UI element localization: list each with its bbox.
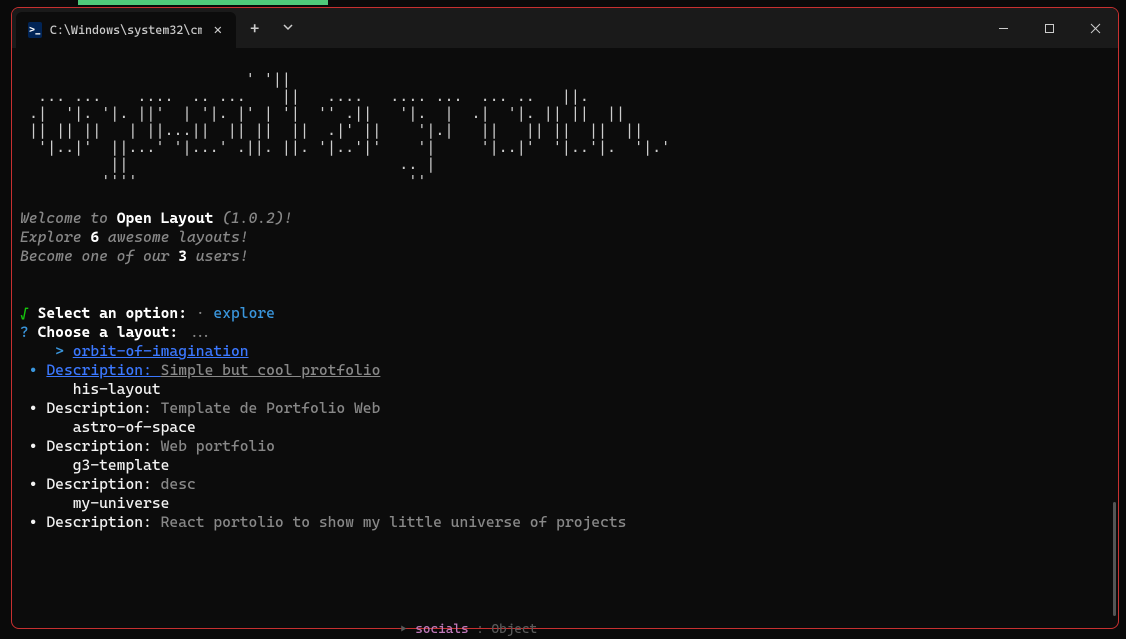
choose-dots: ... bbox=[187, 323, 213, 341]
footer-hint: ▸ socials : Object bbox=[400, 622, 537, 637]
select-prompt-label: Select an option: bbox=[38, 304, 187, 322]
welcome-text-prefix: Welcome to bbox=[20, 209, 117, 227]
new-tab-button[interactable]: + bbox=[236, 19, 273, 38]
powershell-icon: >_ bbox=[28, 22, 42, 38]
explore-suffix: awesome layouts! bbox=[99, 228, 248, 246]
choose-prompt-label: Choose a layout: bbox=[38, 323, 179, 341]
become-prefix: Become one of our bbox=[20, 247, 178, 265]
scrollbar[interactable] bbox=[1113, 502, 1116, 616]
minimize-button[interactable] bbox=[980, 12, 1026, 44]
user-count: 3 bbox=[178, 247, 187, 265]
close-window-button[interactable] bbox=[1072, 12, 1118, 44]
question-icon: ? bbox=[20, 323, 29, 341]
become-suffix: users! bbox=[187, 247, 249, 265]
tab-title: C:\Windows\system32\cmd.e bbox=[50, 23, 202, 37]
terminal-window: >_ C:\Windows\system32\cmd.e ✕ + bbox=[11, 7, 1119, 629]
check-icon: √ bbox=[20, 304, 29, 322]
footer-arrow-icon: ▸ bbox=[400, 622, 408, 637]
terminal-output[interactable]: ' '|| ... ... .... .. ... || .... .... .… bbox=[12, 48, 1118, 536]
select-dot: · bbox=[196, 304, 205, 322]
footer-key: socials bbox=[415, 622, 468, 637]
maximize-button[interactable] bbox=[1026, 12, 1072, 44]
tab-dropdown-button[interactable] bbox=[273, 22, 303, 35]
version-text: (1.0.2)! bbox=[213, 209, 292, 227]
layout-count: 6 bbox=[90, 228, 99, 246]
layout-list[interactable]: > orbit-of-imagination • Description: Si… bbox=[20, 342, 626, 531]
active-tab[interactable]: >_ C:\Windows\system32\cmd.e ✕ bbox=[16, 12, 236, 48]
app-name: Open Layout bbox=[117, 209, 214, 227]
titlebar-left: >_ C:\Windows\system32\cmd.e ✕ + bbox=[12, 8, 303, 48]
close-tab-button[interactable]: ✕ bbox=[210, 20, 226, 40]
top-accent-bar bbox=[78, 0, 328, 5]
explore-prefix: Explore bbox=[20, 228, 90, 246]
ascii-banner: ' '|| ... ... .... .. ... || .... .... .… bbox=[20, 71, 1110, 190]
selected-option: explore bbox=[213, 304, 275, 322]
window-controls bbox=[980, 8, 1118, 48]
footer-type: Object bbox=[491, 622, 537, 637]
titlebar: >_ C:\Windows\system32\cmd.e ✕ + bbox=[12, 8, 1118, 48]
footer-sep: : bbox=[476, 622, 484, 637]
